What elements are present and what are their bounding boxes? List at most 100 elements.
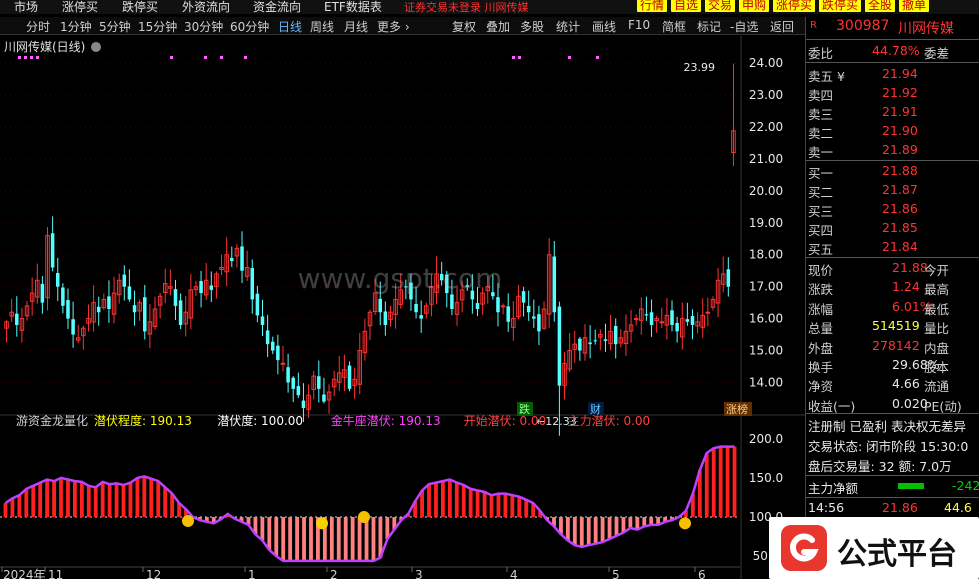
tab-1min[interactable]: 1分钟 <box>60 18 92 35</box>
menu-market[interactable]: 市场 <box>14 0 38 14</box>
x-axis-label: 4 <box>510 568 518 579</box>
tick-volume: 44.6 <box>944 500 972 515</box>
ask-price: 21.91 <box>882 104 918 119</box>
bid-label: 买五 <box>808 242 834 257</box>
tab-more[interactable]: 更多 › <box>377 18 410 35</box>
candle-body <box>50 233 55 268</box>
bid-price: 21.86 <box>882 201 918 216</box>
candle-body <box>276 345 280 361</box>
ask-label: 卖一 <box>808 145 834 160</box>
candle-body <box>96 306 101 313</box>
tab-15min[interactable]: 15分钟 <box>138 18 177 35</box>
btn-quote[interactable]: 行情 <box>637 0 668 12</box>
menu-foreign-flow[interactable]: 外资流向 <box>182 0 230 14</box>
stat-value: 21.88 <box>892 260 928 275</box>
tab-intraday[interactable]: 分时 <box>26 18 50 35</box>
candle-body <box>414 303 418 313</box>
money-bag-icon <box>182 514 194 527</box>
toolbar-draw-line[interactable]: 画线 <box>592 18 616 35</box>
chart-dropdown-icon <box>91 42 101 52</box>
tab-daily[interactable]: 日线 <box>278 18 302 35</box>
candle-body <box>649 312 654 325</box>
y-tick-label: 15.00 <box>749 344 783 358</box>
candle-body <box>15 313 19 325</box>
btn-trade[interactable]: 交易 <box>705 0 736 12</box>
smiley-icon <box>316 517 328 530</box>
candle-body <box>255 293 260 316</box>
candle-body <box>280 362 286 365</box>
candle-body <box>475 303 480 310</box>
tab-30min[interactable]: 30分钟 <box>184 18 223 35</box>
chart-area[interactable]: 川网传媒(日线) 24.00 23.00 22.00 21.00 20.00 19.00 18… <box>0 36 805 579</box>
btn-limit-up[interactable]: 涨停买 <box>773 0 816 12</box>
signal-dot <box>30 56 33 59</box>
toolbar-multi-stock[interactable]: 多股 <box>520 18 544 35</box>
stat-label: 净资 <box>808 379 834 395</box>
bid-price: 21.85 <box>882 220 918 235</box>
menu-limit-up-buy[interactable]: 涨停买 <box>62 0 98 14</box>
y-tick-label: 18.00 <box>749 248 783 262</box>
tab-monthly[interactable]: 月线 <box>344 18 368 35</box>
candle-body <box>296 386 301 396</box>
marker-limit-list: 涨榜 <box>726 402 748 416</box>
high-annotation: 23.99 <box>684 61 716 74</box>
candle-body <box>347 365 352 389</box>
stat-label: 收益(一) <box>808 398 856 414</box>
candle-body <box>240 246 244 271</box>
y-tick-label: 14.00 <box>749 375 783 389</box>
toolbar-f10[interactable]: F10 <box>628 18 650 32</box>
stat-label: 涨幅 <box>808 301 834 317</box>
toolbar-simple-frame[interactable]: 简框 <box>662 18 686 35</box>
tab-5min[interactable]: 5分钟 <box>99 18 131 35</box>
indicator-tick-label: 200.0 <box>749 432 783 446</box>
candle-body <box>71 319 75 335</box>
menu-etf-table[interactable]: ETF数据表 <box>324 0 382 14</box>
candle-body <box>670 310 674 325</box>
ask-label: 卖四 <box>808 88 834 103</box>
main-net-value: -242 <box>952 478 979 493</box>
toolbar-statistics[interactable]: 统计 <box>556 18 580 35</box>
indicator-title: 游资金龙量化 <box>16 413 88 428</box>
menu-fund-flow[interactable]: 资金流向 <box>253 0 301 14</box>
signal-dot <box>18 56 21 59</box>
candle-body <box>230 257 234 262</box>
x-axis-label: 11 <box>48 568 63 579</box>
toolbar-back[interactable]: 返回 <box>770 18 794 35</box>
stat-value: 4.66 <box>892 376 920 392</box>
bid-label: 买二 <box>808 185 834 200</box>
toolbar-overlay[interactable]: 叠加 <box>486 18 510 35</box>
indicator-legend-3: 开始潜伏: 0.00 <box>464 414 547 428</box>
btn-subscribe[interactable]: 申购 <box>739 0 770 12</box>
menu-limit-down-buy[interactable]: 跌停买 <box>122 0 158 14</box>
candle-body <box>578 338 582 351</box>
candle-body <box>250 267 255 300</box>
indicator-legend-4: 主力潜伏: 0.00 <box>568 414 651 428</box>
login-status[interactable]: 证券交易未登录 川网传媒 <box>404 0 529 14</box>
candle-body <box>61 287 65 306</box>
toolbar-restore-rights[interactable]: 复权 <box>452 18 476 35</box>
toolbar-mark[interactable]: 标记 <box>697 18 721 35</box>
btn-watchlist[interactable]: 自选 <box>671 0 702 12</box>
stat-label-2: 股本 <box>924 360 950 375</box>
toolbar-watchlist[interactable]: -自选 <box>730 18 758 35</box>
btn-cancel-order[interactable]: 撤单 <box>899 0 930 12</box>
stat-value: 1.24 <box>892 279 920 295</box>
info-line-3: 盘后交易量: 32 额: 7.0万 <box>808 459 952 474</box>
tab-60min[interactable]: 60分钟 <box>230 18 269 35</box>
candle-body <box>613 325 618 345</box>
btn-limit-down[interactable]: 跌停买 <box>819 0 862 12</box>
main-net-bar <box>898 483 924 489</box>
candle-body <box>270 341 275 351</box>
candle-body <box>705 311 711 314</box>
tab-weekly[interactable]: 周线 <box>310 18 334 35</box>
stat-label-2: 今开 <box>924 263 950 278</box>
stock-code: 300987 <box>836 18 890 34</box>
bid-label: 买三 <box>808 204 834 219</box>
bid-label: 买一 <box>808 166 834 181</box>
candle-body <box>383 311 388 325</box>
btn-all-stocks[interactable]: 全股 <box>865 0 896 12</box>
gspt-logo: 公式平台 <box>769 517 979 579</box>
candle-body <box>209 285 214 290</box>
candle-body <box>633 318 639 321</box>
x-axis-label: 12 <box>146 568 161 579</box>
